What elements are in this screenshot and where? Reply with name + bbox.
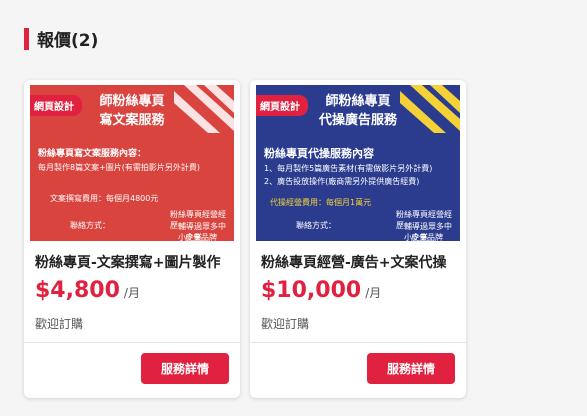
category-tag: 網頁設計: [30, 95, 82, 116]
order-note: 歡迎訂購: [35, 317, 84, 331]
divider: [24, 342, 240, 343]
thumb-content-line: 每月製作8篇文案+圖片(有需拍影片另外計費): [38, 163, 201, 172]
thumb-content-title: 粉絲專頁代操服務內容: [264, 147, 374, 160]
price: $4,800 /月: [35, 278, 140, 303]
price-unit: /月: [365, 286, 382, 300]
thumb-content-line: 1、每月製作5篇廣告素材(有需做影片另外計費): [264, 164, 433, 173]
service-card[interactable]: 師粉絲專頁 寫文案服務 粉絲專頁寫文案服務內容： 每月製作8篇文案+圖片(有需拍…: [24, 80, 240, 398]
service-name[interactable]: 粉絲專頁經營-廣告+文案代操: [261, 252, 457, 272]
price-value: $10,000: [261, 278, 362, 303]
service-thumbnail[interactable]: 師粉絲專頁 代操廣告服務 粉絲專頁代操服務內容 1、每月製作5篇廣告素材(有需做…: [256, 85, 460, 241]
service-detail-button[interactable]: 服務詳情: [367, 353, 455, 384]
thumb-fee: 代操經營費用：每個月1萬元: [270, 198, 372, 207]
service-detail-button[interactable]: 服務詳情: [141, 353, 229, 384]
divider: [250, 342, 466, 343]
service-name[interactable]: 粉絲專頁-文案撰寫+圖片製作: [35, 252, 231, 272]
thumb-content-line: 2、廣告投放操作(廠商需另外提供廣告經費): [264, 177, 420, 186]
order-note: 歡迎訂購: [261, 317, 310, 331]
thumb-brand: 皮皇品牌FOCUS: [185, 233, 217, 241]
quotes-page: 報價(2) 師粉絲專頁 寫文案服務 粉絲專頁寫文案服務內容： 每月製作8篇文案+…: [0, 0, 587, 416]
thumb-brand: 皮皇品牌FOCUS: [411, 233, 443, 241]
service-thumbnail[interactable]: 師粉絲專頁 寫文案服務 粉絲專頁寫文案服務內容： 每月製作8篇文案+圖片(有需拍…: [30, 85, 234, 241]
price: $10,000 /月: [261, 278, 381, 303]
section-header: 報價(2): [24, 26, 98, 51]
price-value: $4,800: [35, 278, 120, 303]
price-unit: /月: [123, 286, 140, 300]
section-accent-bar: [24, 27, 29, 50]
thumb-fee: 文案撰寫費用：每個月4800元: [50, 194, 159, 203]
service-card[interactable]: 師粉絲專頁 代操廣告服務 粉絲專頁代操服務內容 1、每月製作5篇廣告素材(有需做…: [250, 80, 466, 398]
section-title: 報價(2): [37, 31, 99, 51]
thumb-content-title: 粉絲專頁寫文案服務內容：: [38, 149, 147, 159]
category-tag: 網頁設計: [256, 95, 308, 116]
